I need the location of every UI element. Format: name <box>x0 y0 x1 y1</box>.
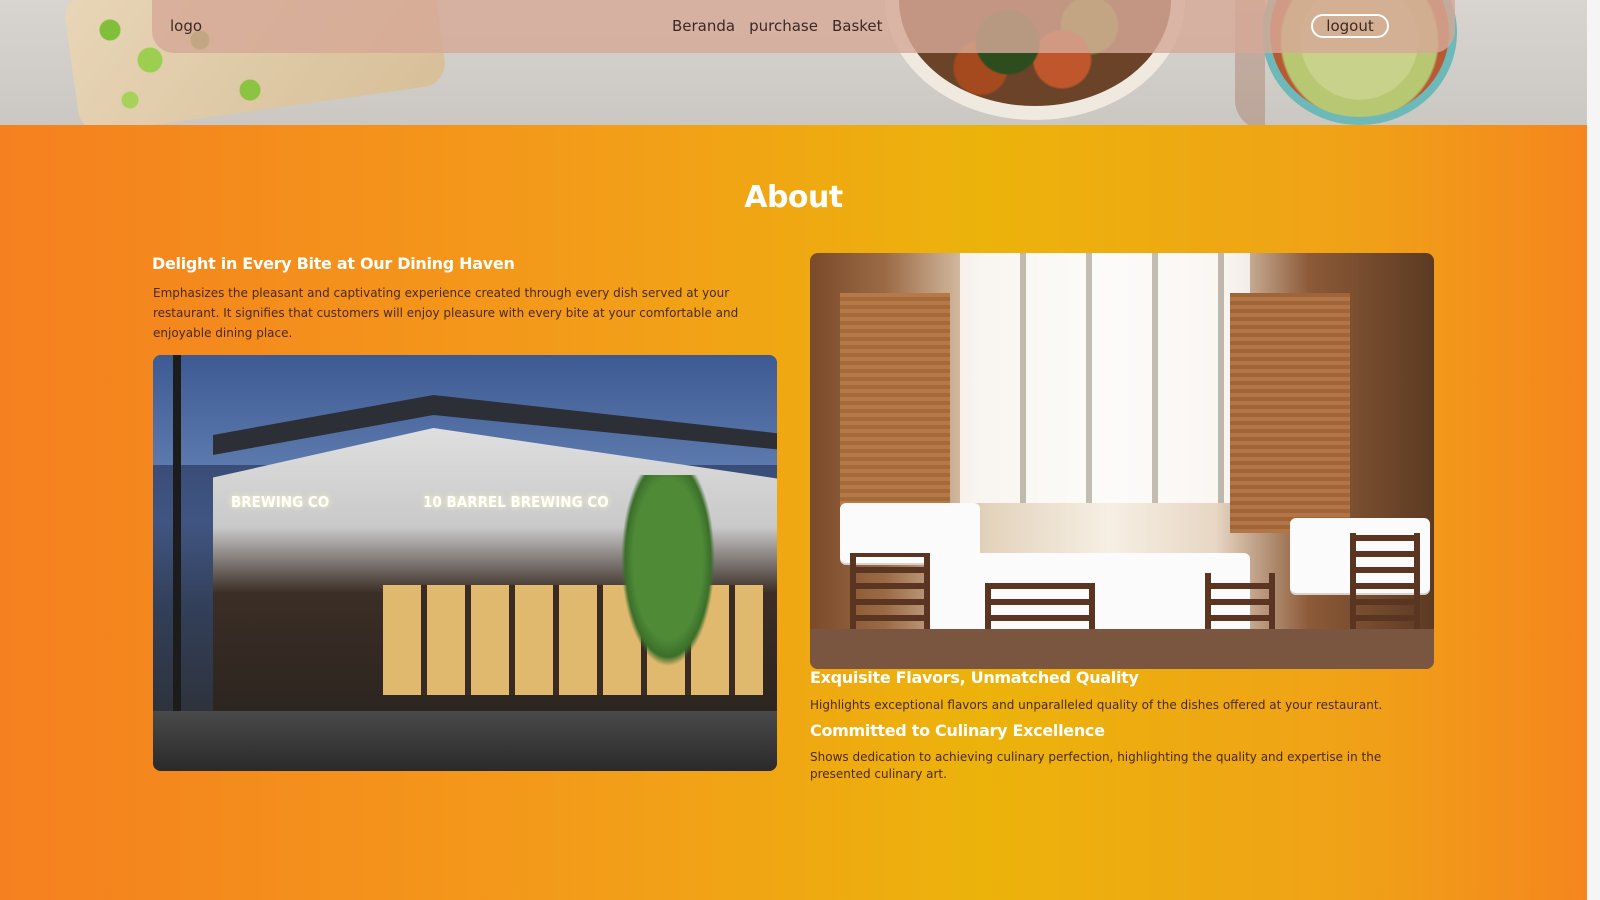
dining-room-image <box>810 253 1434 669</box>
about-section: About Delight in Every Bite at Our Dinin… <box>0 125 1587 900</box>
site-logo[interactable]: logo <box>170 17 202 35</box>
about-title: About <box>744 180 843 215</box>
floor <box>810 629 1434 669</box>
window-blind-right <box>1230 293 1350 533</box>
right-paragraph-1: Highlights exceptional flavors and unpar… <box>810 698 1383 712</box>
left-paragraph: Emphasizes the pleasant and captivating … <box>153 286 739 340</box>
street <box>153 711 777 771</box>
nav-menu: Beranda purchase Basket <box>672 17 883 35</box>
lamp-pole <box>173 355 181 725</box>
dining-window <box>960 253 1250 503</box>
nav-item-basket[interactable]: Basket <box>832 17 883 35</box>
nav-item-purchase[interactable]: purchase <box>749 17 818 35</box>
right-paragraph-2: Shows dedication to achieving culinary p… <box>810 750 1382 781</box>
brewery-sign-left: BREWING CO <box>231 493 330 511</box>
logout-button[interactable]: logout <box>1311 14 1389 38</box>
left-headline: Delight in Every Bite at Our Dining Have… <box>152 254 515 273</box>
tree <box>613 475 723 685</box>
brewery-sign-right: 10 BARREL BREWING CO <box>423 493 609 511</box>
nav-item-beranda[interactable]: Beranda <box>672 17 735 35</box>
brewery-image: BREWING CO 10 BARREL BREWING CO <box>153 355 777 771</box>
top-navbar: logo Beranda purchase Basket logout <box>152 0 1455 53</box>
right-headline-2: Committed to Culinary Excellence <box>810 721 1105 740</box>
right-headline-1: Exquisite Flavors, Unmatched Quality <box>810 668 1139 687</box>
